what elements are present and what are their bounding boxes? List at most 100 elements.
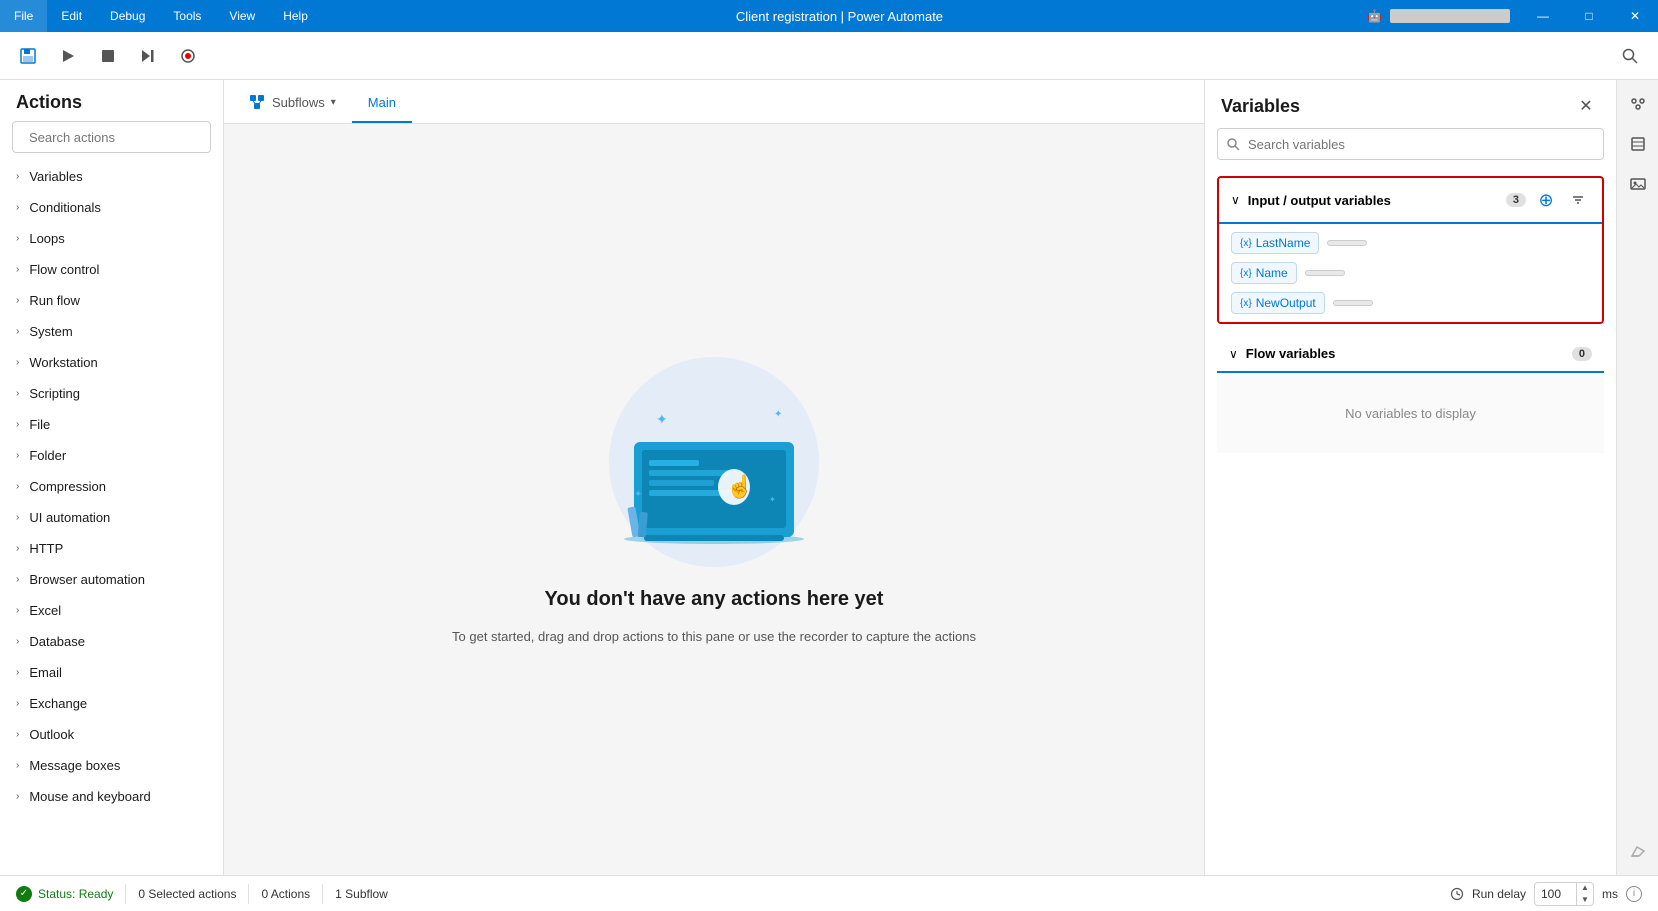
maximize-button[interactable]: □ (1566, 0, 1612, 32)
variable-name: NewOutput (1256, 296, 1316, 310)
action-group-flow-control[interactable]: › Flow control (0, 254, 223, 285)
action-group-http[interactable]: › HTTP (0, 533, 223, 564)
action-group-run-flow[interactable]: › Run flow (0, 285, 223, 316)
variable-icon: {x} (1240, 238, 1252, 249)
chevron-icon: › (16, 512, 19, 523)
flow-area: Subflows ▾ Main (224, 80, 1204, 875)
chevron-icon: › (16, 388, 19, 399)
chevron-icon: › (16, 605, 19, 616)
variable-item-newoutput[interactable]: {x} NewOutput (1231, 292, 1590, 314)
action-group-folder[interactable]: › Folder (0, 440, 223, 471)
eraser-icon[interactable] (1622, 835, 1654, 867)
variables-search-box[interactable] (1217, 128, 1604, 160)
variable-chip-name: {x} Name (1231, 262, 1297, 284)
run-delay-section: Run delay 100 ▲ ▼ ms i (1450, 882, 1642, 906)
action-group-label: Run flow (29, 293, 80, 308)
menu-edit[interactable]: Edit (47, 0, 96, 32)
chevron-icon: › (16, 357, 19, 368)
menu-help[interactable]: Help (269, 0, 322, 32)
action-group-system[interactable]: › System (0, 316, 223, 347)
filter-variables-button[interactable] (1566, 188, 1590, 212)
chevron-icon: › (16, 543, 19, 554)
subflows-icon (248, 93, 266, 111)
search-button[interactable] (1614, 40, 1646, 72)
action-group-excel[interactable]: › Excel (0, 595, 223, 626)
variables-close-button[interactable]: ✕ (1572, 92, 1600, 120)
layers-icon[interactable] (1622, 128, 1654, 160)
action-group-browser-automation[interactable]: › Browser automation (0, 564, 223, 595)
variables-search-input[interactable] (1248, 137, 1595, 152)
variable-item-name[interactable]: {x} Name (1231, 262, 1590, 284)
variables-toggle-icon[interactable] (1622, 88, 1654, 120)
run-button[interactable] (52, 40, 84, 72)
status-separator-3 (322, 884, 323, 904)
menu-view[interactable]: View (215, 0, 269, 32)
actions-list: › Variables › Conditionals › Loops › Flo… (0, 161, 223, 875)
chevron-icon: › (16, 264, 19, 275)
action-group-message-boxes[interactable]: › Message boxes (0, 750, 223, 781)
run-delay-info-icon[interactable]: i (1626, 886, 1642, 902)
menu-tools[interactable]: Tools (159, 0, 215, 32)
action-group-ui-automation[interactable]: › UI automation (0, 502, 223, 533)
action-group-label: Exchange (29, 696, 87, 711)
flow-variables-header[interactable]: ∨ Flow variables 0 (1217, 336, 1604, 373)
chevron-icon: › (16, 698, 19, 709)
menu-file[interactable]: File (0, 0, 47, 32)
action-group-scripting[interactable]: › Scripting (0, 378, 223, 409)
action-group-label: Browser automation (29, 572, 145, 587)
status-text: Status: Ready (38, 887, 113, 901)
tab-main-label: Main (368, 95, 396, 110)
action-group-label: Variables (29, 169, 82, 184)
record-button[interactable] (172, 40, 204, 72)
action-group-compression[interactable]: › Compression (0, 471, 223, 502)
action-group-database[interactable]: › Database (0, 626, 223, 657)
chevron-icon: › (16, 481, 19, 492)
variable-chip-lastname: {x} LastName (1231, 232, 1319, 254)
input-output-section-header[interactable]: ∨ Input / output variables 3 ⊕ (1219, 178, 1602, 224)
action-group-label: Loops (29, 231, 64, 246)
chevron-icon: › (16, 760, 19, 771)
subflow-count: 1 Subflow (335, 887, 388, 901)
variables-title: Variables (1221, 96, 1300, 117)
actions-search-input[interactable] (29, 130, 205, 145)
empty-state: ☝ ✦ ✦ ✦ ✦ You don't have an (452, 352, 976, 648)
action-group-label: System (29, 324, 72, 339)
actions-search-box[interactable] (12, 121, 211, 153)
stop-button[interactable] (92, 40, 124, 72)
tab-subflows[interactable]: Subflows ▾ (232, 83, 352, 123)
next-button[interactable] (132, 40, 164, 72)
content-area: Actions › Variables › Conditionals (0, 80, 1658, 875)
chevron-icon: › (16, 574, 19, 585)
close-button[interactable]: ✕ (1612, 0, 1658, 32)
action-group-exchange[interactable]: › Exchange (0, 688, 223, 719)
action-group-loops[interactable]: › Loops (0, 223, 223, 254)
action-group-variables[interactable]: › Variables (0, 161, 223, 192)
action-group-label: Outlook (29, 727, 74, 742)
variable-item-lastname[interactable]: {x} LastName (1231, 232, 1590, 254)
action-group-outlook[interactable]: › Outlook (0, 719, 223, 750)
action-group-email[interactable]: › Email (0, 657, 223, 688)
action-group-label: Compression (29, 479, 106, 494)
action-group-file[interactable]: › File (0, 409, 223, 440)
minimize-button[interactable]: — (1520, 0, 1566, 32)
variable-icon: {x} (1240, 298, 1252, 309)
run-delay-increment[interactable]: ▲ (1577, 882, 1593, 894)
actions-count: 0 Actions (261, 887, 310, 901)
run-delay-input[interactable]: 100 ▲ ▼ (1534, 882, 1594, 906)
action-group-mouse-keyboard[interactable]: › Mouse and keyboard (0, 781, 223, 812)
save-button[interactable] (12, 40, 44, 72)
image-icon[interactable] (1622, 168, 1654, 200)
action-group-label: Mouse and keyboard (29, 789, 150, 804)
menu-debug[interactable]: Debug (96, 0, 159, 32)
status-separator-1 (125, 884, 126, 904)
action-group-conditionals[interactable]: › Conditionals (0, 192, 223, 223)
action-group-workstation[interactable]: › Workstation (0, 347, 223, 378)
add-variable-button[interactable]: ⊕ (1534, 188, 1558, 212)
run-delay-decrement[interactable]: ▼ (1577, 894, 1593, 906)
svg-text:✦: ✦ (769, 495, 776, 504)
chevron-icon: › (16, 326, 19, 337)
flow-var-collapse-icon: ∨ (1229, 347, 1238, 361)
titlebar: File Edit Debug Tools View Help Client r… (0, 0, 1658, 32)
action-group-label: Conditionals (29, 200, 101, 215)
tab-main[interactable]: Main (352, 83, 412, 123)
